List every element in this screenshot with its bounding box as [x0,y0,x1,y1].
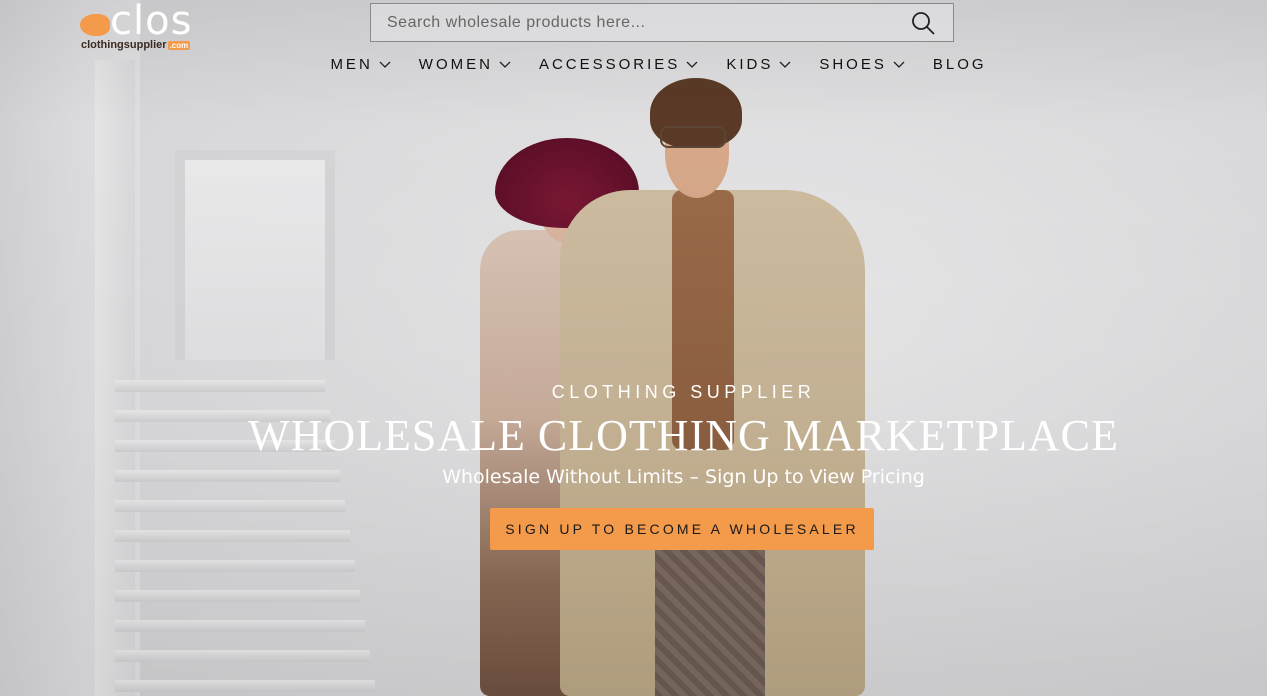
main-nav: MEN WOMEN ACCESSORIES KIDS SHOES BLOG [0,56,1267,73]
site-logo[interactable]: clos clothingsupplier .com [80,0,210,54]
nav-item-men[interactable]: MEN [330,56,391,73]
logo-wordmark: clos [110,0,193,44]
chevron-down-icon [779,61,791,68]
chevron-down-icon [499,61,511,68]
hero-kicker: CLOTHING SUPPLIER [551,382,816,402]
nav-item-accessories[interactable]: ACCESSORIES [539,56,698,73]
nav-item-blog[interactable]: BLOG [933,56,987,73]
nav-item-shoes[interactable]: SHOES [819,56,905,73]
logo-subtext: clothingsupplier .com [81,39,191,51]
hero-subtitle: Wholesale Without Limits – Sign Up to Vi… [442,466,925,488]
chevron-down-icon [686,61,698,68]
chevron-down-icon [893,61,905,68]
hero-overlay [0,0,1267,696]
logo-subtext-suffix: .com [167,41,191,50]
hero-title: WHOLESALE CLOTHING MARKETPLACE [248,411,1119,460]
chevron-down-icon [379,61,391,68]
search-bar [370,3,954,42]
nav-item-women[interactable]: WOMEN [419,56,511,73]
search-input[interactable] [371,12,893,33]
nav-item-kids[interactable]: KIDS [726,56,791,73]
logo-tag-icon [80,14,110,36]
signup-wholesaler-button[interactable]: SIGN UP TO BECOME A WHOLESALER [490,508,874,550]
search-icon [912,11,935,34]
search-button[interactable] [893,4,953,41]
